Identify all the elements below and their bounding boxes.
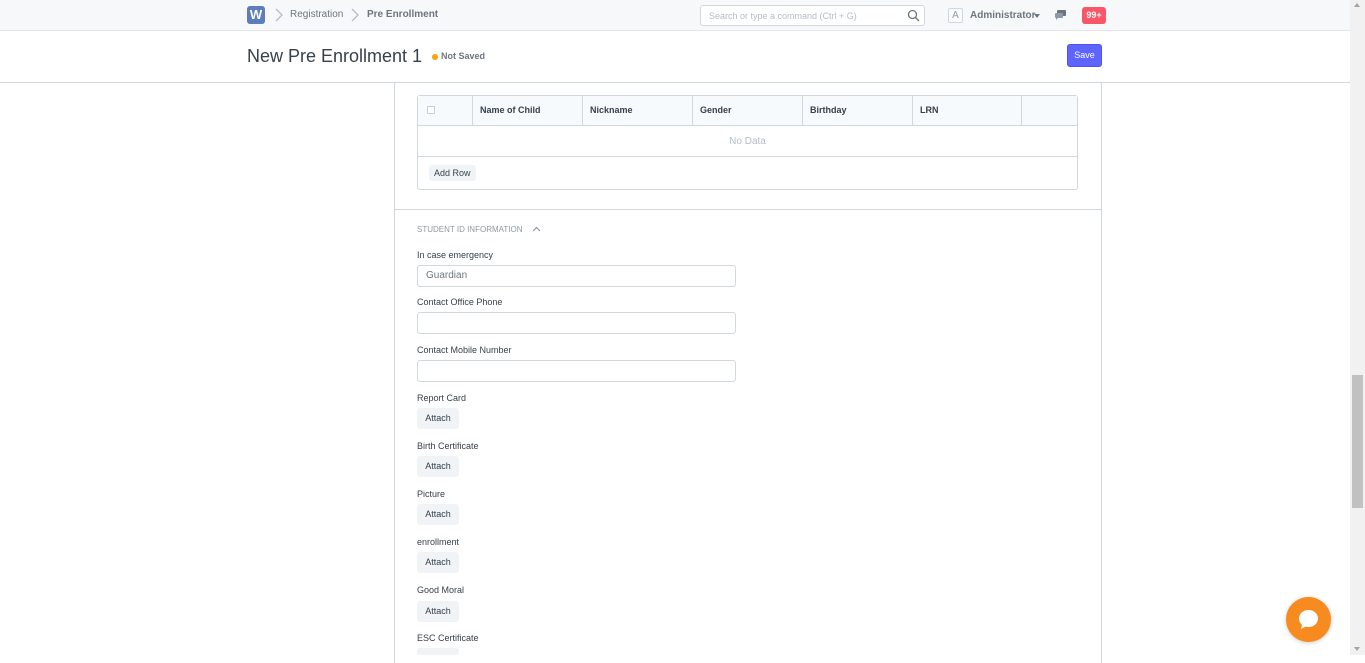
section-divider	[395, 209, 1101, 210]
navbar: W Registration Pre Enrollment Search or …	[0, 0, 1350, 31]
empty-state: No Data	[418, 126, 1077, 157]
office-phone-label: Contact Office Phone	[417, 297, 503, 307]
search-input[interactable]: Search or type a command (Ctrl + G)	[700, 5, 925, 26]
scrollbar[interactable]	[1350, 0, 1365, 655]
notification-badge[interactable]: 99+	[1082, 7, 1106, 24]
picture-label: Picture	[417, 489, 446, 499]
column-header: Name of Child	[473, 96, 583, 126]
esc-certificate-label: ESC Certificate	[417, 633, 479, 643]
breadcrumb-pre-enrollment[interactable]: Pre Enrollment	[367, 9, 438, 20]
office-phone-field[interactable]	[417, 312, 736, 334]
chat-launcher-button[interactable]	[1286, 597, 1331, 642]
save-button[interactable]: Save	[1067, 44, 1102, 67]
user-menu[interactable]: Administrator	[970, 10, 1036, 21]
emergency-label: In case emergency	[417, 250, 494, 260]
mobile-number-label: Contact Mobile Number	[417, 345, 512, 355]
report-card-attach-button[interactable]: Attach	[417, 408, 459, 429]
chevron-up-icon[interactable]	[532, 225, 541, 233]
scroll-up-icon[interactable]	[1354, 3, 1360, 7]
birth-certificate-label: Birth Certificate	[417, 441, 479, 451]
breadcrumb-registration[interactable]: Registration	[290, 9, 343, 20]
mobile-number-field[interactable]	[417, 360, 736, 382]
column-header: Nickname	[583, 96, 693, 126]
select-all-checkbox[interactable]	[427, 106, 435, 114]
chat-bubble-icon	[1299, 610, 1318, 629]
status-badge: Not Saved	[441, 51, 486, 61]
chat-icon[interactable]	[1054, 9, 1067, 21]
select-all-cell	[418, 96, 473, 126]
enrollment-label: enrollment	[417, 537, 460, 547]
emergency-field[interactable]: Guardian	[417, 265, 736, 287]
avatar[interactable]: A	[948, 8, 963, 23]
search-icon	[907, 9, 920, 22]
chevron-right-icon	[275, 8, 283, 22]
page-title: New Pre Enrollment 1	[247, 46, 423, 66]
esc-certificate-attach-button[interactable]	[417, 648, 459, 655]
birth-certificate-attach-button[interactable]: Attach	[417, 456, 459, 477]
search-placeholder: Search or type a command (Ctrl + G)	[709, 11, 857, 21]
good-moral-attach-button[interactable]: Attach	[417, 601, 459, 622]
section-title[interactable]: STUDENT ID INFORMATION	[417, 225, 522, 234]
scrollbar-thumb[interactable]	[1352, 375, 1363, 508]
enrollment-attach-button[interactable]: Attach	[417, 552, 459, 573]
report-card-label: Report Card	[417, 393, 467, 403]
column-header: LRN	[913, 96, 1022, 126]
status-indicator	[432, 54, 438, 60]
table-header: Name of Child Nickname Gender Birthday L…	[418, 96, 1077, 126]
add-row-button[interactable]: Add Row	[429, 165, 476, 181]
column-header: Gender	[693, 96, 803, 126]
good-moral-label: Good Moral	[417, 585, 465, 595]
picture-attach-button[interactable]: Attach	[417, 504, 459, 525]
page-head: New Pre Enrollment 1 Not Saved Save	[0, 31, 1350, 83]
app-logo[interactable]: W	[247, 6, 265, 24]
chevron-right-icon	[351, 8, 359, 22]
column-header: Birthday	[803, 96, 913, 126]
scroll-down-icon[interactable]	[1354, 647, 1360, 651]
chevron-down-icon[interactable]	[1034, 14, 1040, 18]
children-table: Name of Child Nickname Gender Birthday L…	[417, 95, 1078, 190]
